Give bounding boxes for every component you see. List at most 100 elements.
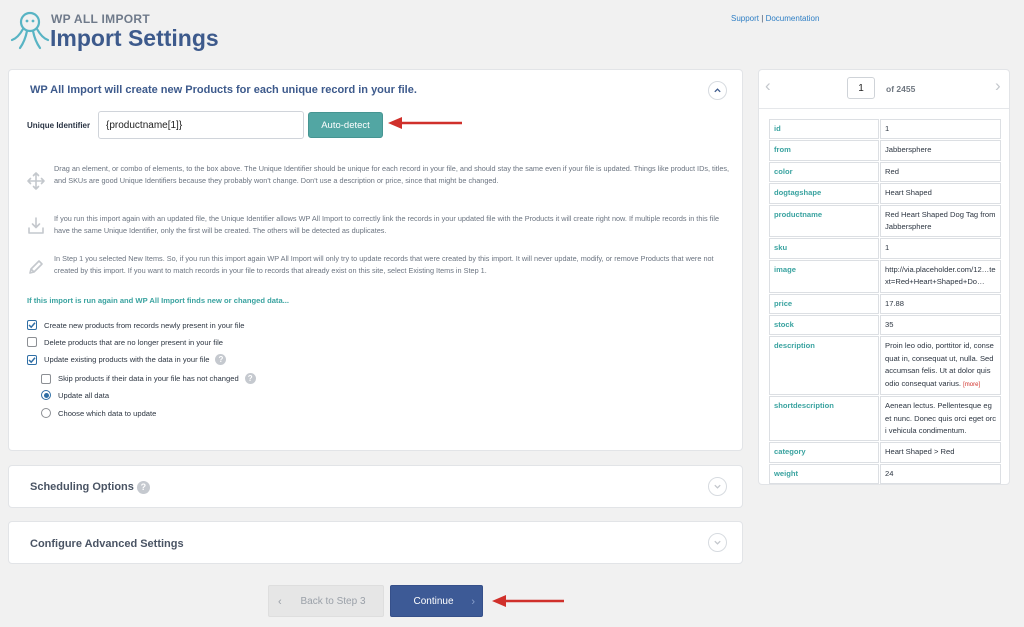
record-total: of 2455 bbox=[886, 84, 916, 94]
help-links: Support | Documentation bbox=[731, 14, 819, 23]
divider bbox=[759, 108, 1009, 109]
field-value[interactable]: Red bbox=[880, 161, 1001, 183]
checkmark-icon bbox=[28, 322, 36, 329]
documentation-link[interactable]: Documentation bbox=[766, 14, 820, 23]
field-key[interactable]: sku bbox=[769, 238, 879, 259]
info-text: In Step 1 you selected New Items. So, if… bbox=[54, 254, 714, 275]
more-link[interactable]: [more] bbox=[963, 382, 980, 388]
scheduling-options-title: Scheduling Options? bbox=[30, 481, 150, 494]
scheduling-options-panel[interactable]: Scheduling Options? bbox=[8, 465, 743, 508]
field-value[interactable]: 1 bbox=[880, 119, 1001, 140]
unique-identifier-panel: WP All Import will create new Products f… bbox=[8, 69, 743, 451]
expand-button[interactable] bbox=[708, 533, 727, 552]
info-drag-element: Drag an element, or combo of elements, t… bbox=[26, 163, 729, 203]
chevron-down-icon bbox=[714, 484, 721, 489]
field-value[interactable]: Aenean lectus. Pellentesque eget nunc. D… bbox=[880, 396, 1001, 442]
field-value[interactable]: 17.88 bbox=[880, 293, 1001, 315]
table-row: image http://via.placeholder.com/12…text=… bbox=[769, 259, 1001, 293]
table-row: description Proin leo odio, porttitor id,… bbox=[769, 336, 1001, 396]
field-key[interactable]: weight bbox=[769, 463, 879, 485]
update-rules-heading: If this import is run again and WP All I… bbox=[27, 296, 290, 305]
field-value[interactable]: Heart Shaped bbox=[880, 183, 1001, 204]
radio-label: Choose which data to update bbox=[58, 408, 157, 418]
skip-unchanged-checkbox[interactable]: Skip products if their data in your file… bbox=[41, 373, 256, 384]
table-row: productname Red Heart Shaped Dog Tag from… bbox=[769, 204, 1001, 238]
back-to-step-3-button[interactable]: ‹ Back to Step 3 bbox=[268, 585, 384, 617]
table-row: stock 35 bbox=[769, 315, 1001, 336]
unique-identifier-label: Unique Identifier bbox=[27, 121, 91, 130]
field-value[interactable]: Heart Shaped > Red bbox=[880, 442, 1001, 463]
info-text: Drag an element, or combo of elements, t… bbox=[54, 164, 730, 185]
advanced-settings-title: Configure Advanced Settings bbox=[30, 538, 184, 550]
checkbox-checked[interactable] bbox=[27, 320, 37, 330]
field-key[interactable]: price bbox=[769, 293, 879, 315]
choose-data-radio[interactable]: Choose which data to update bbox=[41, 408, 156, 418]
radio-unselected[interactable] bbox=[41, 408, 51, 418]
checkmark-icon bbox=[28, 356, 36, 363]
field-key[interactable]: color bbox=[769, 161, 879, 183]
field-value[interactable]: 35 bbox=[880, 315, 1001, 336]
update-all-radio[interactable]: Update all data bbox=[41, 390, 109, 400]
delete-missing-checkbox[interactable]: Delete products that are no longer prese… bbox=[27, 337, 223, 347]
field-value[interactable]: Jabbersphere bbox=[880, 140, 1001, 161]
field-key[interactable]: description bbox=[769, 336, 879, 396]
chevron-left-icon[interactable]: ‹ bbox=[765, 76, 771, 96]
field-key[interactable]: from bbox=[769, 140, 879, 161]
field-value[interactable]: 1 bbox=[880, 238, 1001, 259]
table-row: id 1 bbox=[769, 119, 1001, 140]
chevron-right-icon: › bbox=[471, 596, 475, 608]
chevron-down-icon bbox=[714, 540, 721, 545]
checkbox-unchecked[interactable] bbox=[41, 373, 51, 384]
create-new-checkbox[interactable]: Create new products from records newly p… bbox=[27, 320, 244, 330]
info-text: If you run this import again with an upd… bbox=[54, 214, 720, 235]
table-row: shortdescription Aenean lectus. Pellentes… bbox=[769, 396, 1001, 442]
field-key[interactable]: category bbox=[769, 442, 879, 463]
unique-identifier-input[interactable] bbox=[98, 111, 304, 139]
info-update-file: If you run this import again with an upd… bbox=[26, 213, 726, 239]
auto-detect-button[interactable]: Auto-detect bbox=[308, 112, 383, 138]
checkbox-label: Delete products that are no longer prese… bbox=[44, 337, 223, 347]
field-key[interactable]: dogtagshape bbox=[769, 183, 879, 204]
table-row: sku 1 bbox=[769, 238, 1001, 259]
collapse-button[interactable] bbox=[708, 81, 727, 100]
annotation-arrow-icon bbox=[492, 595, 564, 607]
record-table: id 1 from Jabbersphere color Red dogtagshap… bbox=[768, 118, 1002, 485]
annotation-arrow-icon bbox=[388, 117, 462, 129]
help-icon[interactable]: ? bbox=[136, 481, 150, 494]
pencil-icon bbox=[29, 260, 43, 274]
field-key[interactable]: productname bbox=[769, 204, 879, 238]
field-value[interactable]: 24 bbox=[880, 463, 1001, 485]
field-key[interactable]: stock bbox=[769, 315, 879, 336]
checkbox-label: Update existing products with the data i… bbox=[44, 355, 210, 364]
field-key[interactable]: image bbox=[769, 259, 879, 293]
help-icon[interactable]: ? bbox=[215, 354, 227, 365]
help-icon[interactable]: ? bbox=[244, 373, 256, 384]
continue-button[interactable]: Continue › bbox=[390, 585, 483, 617]
radio-selected[interactable] bbox=[41, 390, 51, 400]
update-existing-checkbox[interactable]: Update existing products with the data i… bbox=[27, 354, 227, 365]
field-key[interactable]: shortdescription bbox=[769, 396, 879, 442]
advanced-settings-panel[interactable]: Configure Advanced Settings bbox=[8, 521, 743, 564]
back-button-label: Back to Step 3 bbox=[300, 595, 366, 607]
chevron-up-icon bbox=[714, 88, 721, 93]
checkbox-unchecked[interactable] bbox=[27, 337, 37, 347]
field-value[interactable]: http://via.placeholder.com/12…text=Red+H… bbox=[880, 259, 1001, 293]
chevron-right-icon[interactable]: › bbox=[995, 76, 1001, 96]
support-link[interactable]: Support bbox=[731, 14, 759, 23]
expand-button[interactable] bbox=[708, 477, 727, 496]
field-value[interactable]: Red Heart Shaped Dog Tag from Jabbersphe… bbox=[880, 204, 1001, 238]
field-value[interactable]: Proin leo odio, porttitor id, consequat … bbox=[880, 336, 1001, 396]
chevron-left-icon: ‹ bbox=[278, 596, 282, 608]
move-arrows-icon bbox=[27, 172, 45, 190]
table-row: dogtagshape Heart Shaped bbox=[769, 183, 1001, 204]
octopus-logo-icon bbox=[10, 11, 50, 50]
radio-label: Update all data bbox=[58, 390, 110, 400]
table-row: color Red bbox=[769, 161, 1001, 183]
checkbox-checked[interactable] bbox=[27, 354, 37, 365]
link-separator: | bbox=[761, 14, 764, 23]
continue-button-label: Continue bbox=[413, 595, 454, 607]
table-row: from Jabbersphere bbox=[769, 140, 1001, 161]
table-row: category Heart Shaped > Red bbox=[769, 442, 1001, 463]
field-key[interactable]: id bbox=[769, 119, 879, 140]
record-number-input[interactable] bbox=[847, 77, 875, 99]
